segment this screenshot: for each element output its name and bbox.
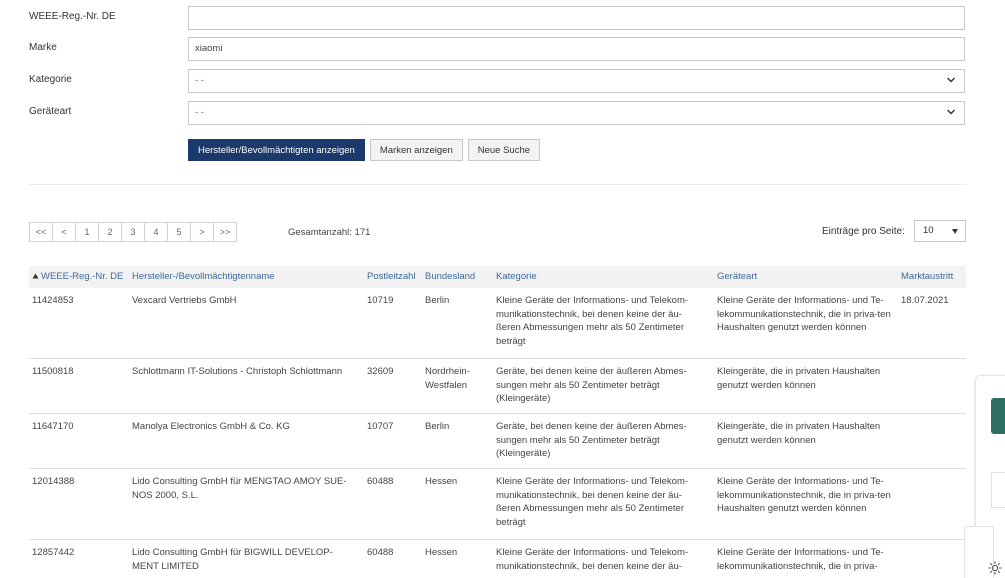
cell-bundesland: Berlin [425, 421, 450, 432]
table-row: 11500818 Schlottmann IT-Solutions - Chri… [29, 359, 966, 414]
table-row: 12857442 Lido Consulting GmbH für BIGWIL… [29, 540, 966, 578]
header-name[interactable]: Hersteller-/Bevollmächtigtenname [132, 271, 357, 282]
cell-plz: 10719 [367, 295, 394, 306]
weee-label: WEEE-Reg.-Nr. DE [29, 11, 116, 22]
marke-label: Marke [29, 42, 57, 53]
cell-weee: 11647170 [32, 421, 74, 432]
kategorie-label: Kategorie [29, 74, 72, 85]
header-kategorie[interactable]: Kategorie [496, 271, 706, 282]
cell-plz: 60488 [367, 547, 394, 558]
cell-bundesland: Hessen [425, 476, 458, 487]
cell-geraeteart: Kleingeräte, die in privaten Haushalten … [717, 366, 881, 391]
per-page-select[interactable]: 10 [914, 220, 966, 242]
marke-row: Marke xiaomi [29, 37, 966, 61]
kategorie-row: Kategorie - - [29, 69, 966, 93]
pagination-prev[interactable]: < [52, 222, 76, 242]
side-panel-field[interactable] [991, 472, 1005, 508]
action-buttons: Hersteller/Bevollmächtigten anzeigen Mar… [188, 139, 541, 161]
chevron-down-icon [947, 109, 955, 115]
cell-bundesland: Hessen [425, 547, 458, 558]
cell-name: Schlottmann IT-Solutions - Christoph Sch… [132, 366, 343, 377]
cell-geraeteart: Kleine Geräte der Informations- und Te-l… [717, 547, 884, 572]
per-page-value: 10 [923, 225, 934, 236]
cell-bundesland: Nordrhein-Westfalen [425, 366, 470, 391]
cell-weee: 12014388 [32, 476, 75, 487]
cell-weee: 12857442 [32, 547, 75, 558]
pagination-first[interactable]: << [29, 222, 53, 242]
table-row: 11647170 Manolya Electronics GmbH & Co. … [29, 414, 966, 469]
geraeteart-select[interactable]: - - [188, 101, 965, 125]
cell-kategorie: Geräte, bei denen keine der äußeren Abme… [496, 366, 687, 404]
pagination-last[interactable]: >> [213, 222, 237, 242]
cell-kategorie: Kleine Geräte der Informations- und Tele… [496, 547, 689, 572]
table-row: 11424853 Vexcard Vertriebs GmbH 10719 Be… [29, 288, 966, 359]
pagination-page-3[interactable]: 3 [121, 222, 145, 242]
results-table: WEEE-Reg.-Nr. DE Hersteller-/Bevollmächt… [29, 266, 966, 578]
cell-name: Manolya Electronics GmbH & Co. KG [132, 421, 290, 432]
cell-plz: 32609 [367, 366, 394, 377]
pagination-page-2[interactable]: 2 [98, 222, 122, 242]
new-search-button[interactable]: Neue Suche [467, 139, 541, 161]
header-austritt[interactable]: Marktaustritt [901, 271, 953, 282]
table-header: WEEE-Reg.-Nr. DE Hersteller-/Bevollmächt… [29, 266, 966, 288]
pagination-page-5[interactable]: 5 [167, 222, 191, 242]
sort-up-icon [32, 273, 39, 279]
cell-geraeteart: Kleine Geräte der Informations- und Te-l… [717, 476, 891, 514]
divider [29, 184, 966, 185]
weee-row: WEEE-Reg.-Nr. DE [29, 6, 966, 30]
caret-down-icon [952, 229, 958, 234]
pagination-page-4[interactable]: 4 [144, 222, 168, 242]
cell-weee: 11500818 [32, 366, 74, 377]
pagination-page-1[interactable]: 1 [75, 222, 99, 242]
cell-kategorie: Kleine Geräte der Informations- und Tele… [496, 295, 689, 347]
cell-plz: 60488 [367, 476, 394, 487]
show-brands-button[interactable]: Marken anzeigen [369, 139, 463, 161]
cell-kategorie: Geräte, bei denen keine der äußeren Abme… [496, 421, 687, 459]
kategorie-select[interactable]: - - [188, 69, 965, 93]
cell-name: Lido Consulting GmbH für BIGWILL DEVELOP… [132, 547, 333, 572]
sort-asc-header-weee[interactable]: WEEE-Reg.-Nr. DE [32, 271, 123, 282]
cell-austritt: 18.07.2021 [901, 295, 949, 306]
side-panel-tab[interactable] [991, 398, 1005, 434]
cell-geraeteart: Kleine Geräte der Informations- und Te-l… [717, 295, 891, 333]
cell-plz: 10707 [367, 421, 394, 432]
chevron-down-icon [947, 77, 955, 83]
geraeteart-select-value: - - [195, 107, 204, 118]
header-geraeteart[interactable]: Geräteart [717, 271, 899, 282]
cell-name: Vexcard Vertriebs GmbH [132, 295, 237, 306]
pagination: << < 1 2 3 4 5 > >> [29, 222, 237, 242]
table-row: 12014388 Lido Consulting GmbH für MENGTA… [29, 469, 966, 540]
geraeteart-row: Geräteart - - [29, 101, 966, 125]
pagination-next[interactable]: > [190, 222, 214, 242]
settings-sun-icon[interactable] [988, 561, 1002, 575]
total-count: Gesamtanzahl: 171 [288, 227, 371, 238]
cell-name: Lido Consulting GmbH für MENGTAO AMOY SU… [132, 476, 347, 501]
header-bundesland[interactable]: Bundesland [425, 271, 483, 282]
show-manufacturers-button[interactable]: Hersteller/Bevollmächtigten anzeigen [188, 139, 365, 161]
cell-kategorie: Kleine Geräte der Informations- und Tele… [496, 476, 689, 528]
weee-input[interactable] [188, 6, 965, 30]
cell-weee: 11424853 [32, 295, 74, 306]
side-panel [964, 375, 1005, 578]
header-weee-label: WEEE-Reg.-Nr. DE [41, 271, 124, 282]
kategorie-select-value: - - [195, 75, 204, 86]
cell-geraeteart: Kleingeräte, die in privaten Haushalten … [717, 421, 881, 446]
cell-bundesland: Berlin [425, 295, 450, 306]
geraeteart-label: Geräteart [29, 106, 72, 117]
header-plz[interactable]: Postleitzahl [367, 271, 416, 282]
per-page-label: Einträge pro Seite: [822, 226, 905, 237]
marke-input[interactable]: xiaomi [188, 37, 965, 61]
